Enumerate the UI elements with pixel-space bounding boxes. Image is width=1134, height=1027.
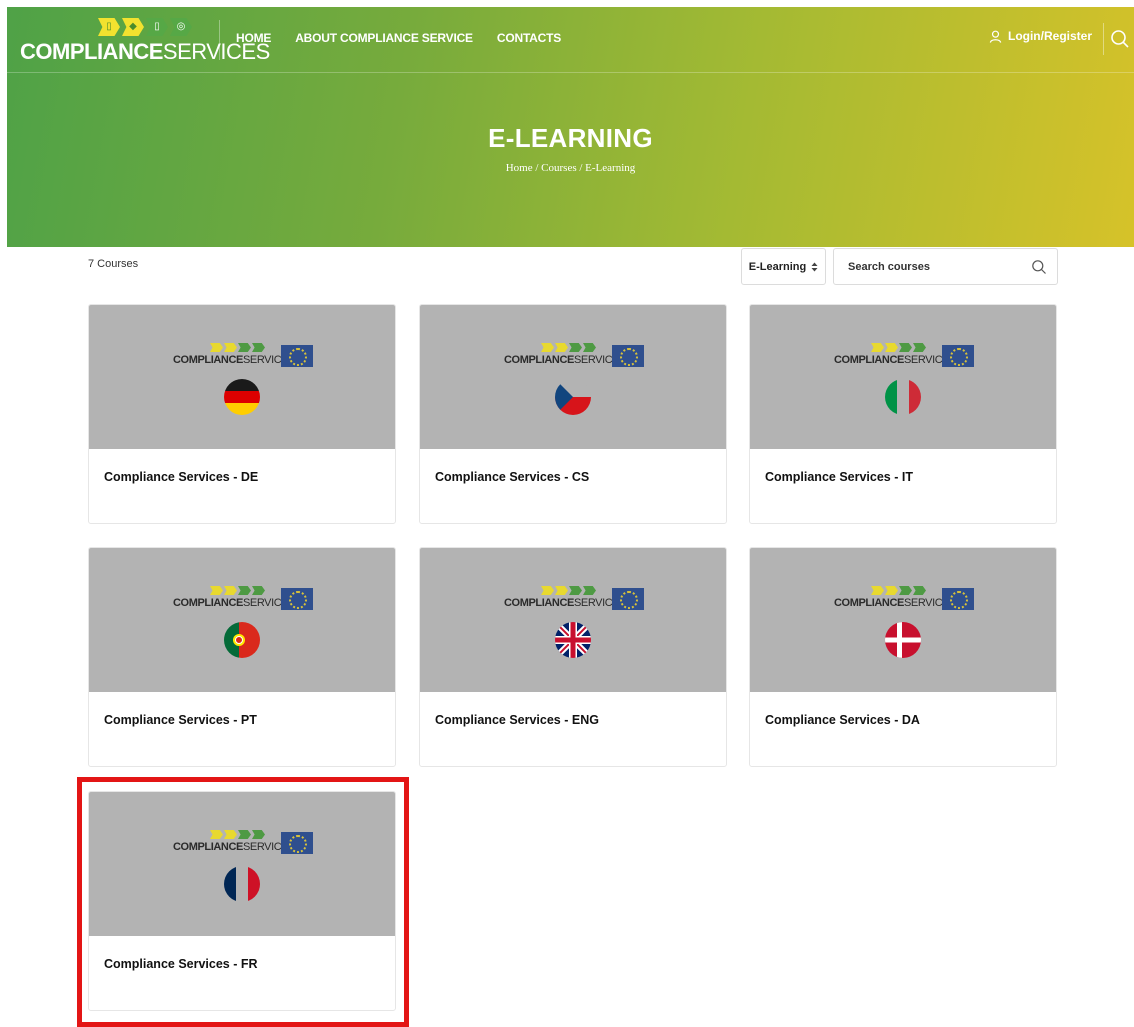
course-thumbnail: COMPLIANCESERVICES xyxy=(89,548,395,692)
phone-icon: ▯ xyxy=(146,18,168,36)
nav-about[interactable]: ABOUT COMPLIANCE SERVICE xyxy=(295,31,473,45)
thumbs-up-icon: ◆ xyxy=(122,18,144,36)
thumbnail-logo: COMPLIANCESERVICES xyxy=(834,343,957,371)
top-navigation: ▯ ◆ ▯ ◎ COMPLIANCESERVICES HOME ABOUT CO… xyxy=(7,7,1134,73)
search-input[interactable] xyxy=(848,259,1018,275)
uk-flag-icon xyxy=(555,622,591,658)
thumbnail-logo: COMPLIANCESERVICES xyxy=(173,586,296,614)
search-icon[interactable] xyxy=(1031,259,1047,275)
germany-flag-icon xyxy=(224,379,260,415)
category-select-value: E-Learning xyxy=(748,260,807,273)
site-logo[interactable]: ▯ ◆ ▯ ◎ COMPLIANCESERVICES xyxy=(20,15,270,67)
eu-flag-icon xyxy=(281,588,313,610)
course-card[interactable]: COMPLIANCESERVICES Compliance Services -… xyxy=(419,304,727,524)
search-icon[interactable] xyxy=(1110,29,1130,49)
course-thumbnail: COMPLIANCESERVICES xyxy=(420,305,726,449)
login-label: Login/Register xyxy=(1007,29,1092,43)
main-menu: HOME ABOUT COMPLIANCE SERVICE CONTACTS xyxy=(236,31,561,45)
course-count: 7 Courses xyxy=(88,258,139,270)
course-card[interactable]: COMPLIANCESERVICES Compliance Services -… xyxy=(88,304,396,524)
globe-icon: ◎ xyxy=(170,18,192,36)
course-thumbnail: COMPLIANCESERVICES xyxy=(420,548,726,692)
thumbnail-logo: COMPLIANCESERVICES xyxy=(173,343,296,371)
course-thumbnail: COMPLIANCESERVICES xyxy=(750,305,1056,449)
course-card[interactable]: COMPLIANCESERVICES Compliance Services -… xyxy=(88,547,396,767)
denmark-flag-icon xyxy=(885,622,921,658)
category-select[interactable]: E-Learning xyxy=(741,248,826,285)
page-header: ▯ ◆ ▯ ◎ COMPLIANCESERVICES HOME ABOUT CO… xyxy=(7,7,1134,247)
thumbnail-logo: COMPLIANCESERVICES xyxy=(504,343,627,371)
user-icon xyxy=(989,30,1002,43)
logo-icons: ▯ ◆ ▯ ◎ xyxy=(98,18,192,36)
eu-flag-icon xyxy=(612,345,644,367)
nav-divider xyxy=(1103,23,1104,55)
breadcrumb: Home / Courses / E-Learning xyxy=(505,162,636,174)
login-register-link[interactable]: Login/Register xyxy=(989,29,1092,43)
course-title[interactable]: Compliance Services - ENG xyxy=(435,713,599,727)
portugal-flag-icon xyxy=(224,622,260,658)
course-title[interactable]: Compliance Services - DA xyxy=(765,713,920,727)
eu-flag-icon xyxy=(612,588,644,610)
thumbnail-logo: COMPLIANCESERVICES xyxy=(504,586,627,614)
nav-contacts[interactable]: CONTACTS xyxy=(497,31,561,45)
nav-home[interactable]: HOME xyxy=(236,31,271,45)
eu-flag-icon xyxy=(281,345,313,367)
course-title[interactable]: Compliance Services - DE xyxy=(104,470,258,484)
document-icon: ▯ xyxy=(98,18,120,36)
sort-arrows-icon xyxy=(811,262,818,271)
course-card[interactable]: COMPLIANCESERVICES Compliance Services -… xyxy=(749,547,1057,767)
course-card[interactable]: COMPLIANCESERVICES Compliance Services -… xyxy=(419,547,727,767)
course-search xyxy=(833,248,1058,285)
logo-divider xyxy=(219,20,220,60)
eu-flag-icon xyxy=(942,588,974,610)
eu-flag-icon xyxy=(942,345,974,367)
thumbnail-logo: COMPLIANCESERVICES xyxy=(834,586,957,614)
logo-wordmark: COMPLIANCESERVICES xyxy=(20,39,270,64)
course-title[interactable]: Compliance Services - CS xyxy=(435,470,589,484)
course-thumbnail: COMPLIANCESERVICES xyxy=(89,305,395,449)
course-title[interactable]: Compliance Services - PT xyxy=(104,713,257,727)
selection-highlight xyxy=(77,777,409,1027)
czech-flag-icon xyxy=(555,379,591,415)
italy-flag-icon xyxy=(885,379,921,415)
course-thumbnail: COMPLIANCESERVICES xyxy=(750,548,1056,692)
page-title: E-LEARNING xyxy=(488,123,653,153)
course-card[interactable]: COMPLIANCESERVICES Compliance Services -… xyxy=(749,304,1057,524)
course-title[interactable]: Compliance Services - IT xyxy=(765,470,913,484)
